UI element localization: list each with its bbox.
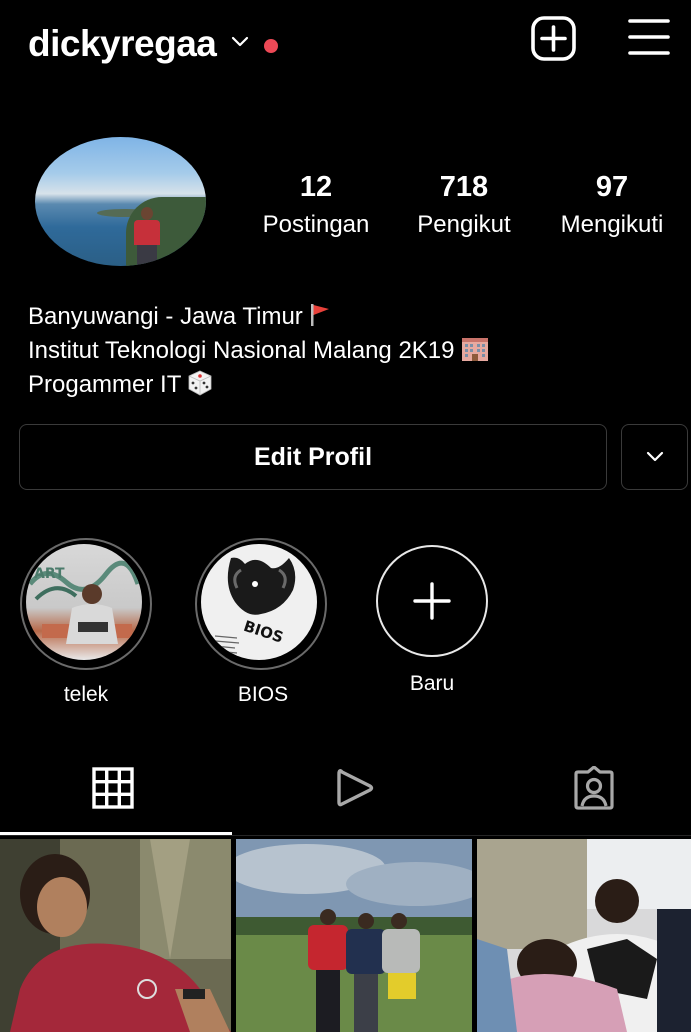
grid-icon[interactable] [91,766,135,810]
red-flag-icon [310,304,329,326]
stat-following[interactable]: 97 Mengikuti [537,170,687,240]
bios-logo-text: BIOS [241,617,285,647]
hamburger-menu-icon[interactable] [628,17,670,57]
profile-username[interactable]: dickyregaa [28,22,217,66]
chevron-down-icon[interactable] [228,30,252,54]
chevron-down-icon [646,451,663,462]
highlight-telek-label: telek [63,683,109,706]
notification-dot [264,39,278,53]
plus-square-icon[interactable] [531,16,576,61]
stat-followers-label: Pengikut [417,211,511,238]
highlight-telek-cover: ART [26,544,142,660]
stat-posts-value: 12 [299,171,333,203]
post-thumbnail[interactable] [0,839,231,1032]
stat-posts[interactable]: 12 Postingan [241,170,391,240]
edit-profile-button[interactable]: Edit Profil [19,424,607,490]
tab-divider [0,835,691,836]
stat-followers-value: 718 [439,171,489,203]
post-thumbnail[interactable] [477,839,691,1032]
new-highlight-button[interactable] [376,545,488,657]
highlight-new-label: Baru [409,672,455,695]
post-thumbnail[interactable] [236,839,472,1032]
highlight-bios-cover: BIOS [201,544,317,660]
reels-play-icon[interactable] [333,766,377,810]
bio-location-text: Banyuwangi - Jawa Timur [28,303,303,330]
bio-institution-text: Institut Teknologi Nasional Malang 2K19 [28,337,455,364]
office-building-icon [461,338,488,361]
stat-posts-label: Postingan [262,211,370,238]
highlight-bios-label: BIOS [237,683,289,706]
stat-followers[interactable]: 718 Pengikut [389,170,539,240]
dice-icon [188,370,212,396]
plus-icon [413,582,451,620]
graffiti-art: ART [34,566,65,582]
profile-avatar[interactable] [35,137,206,266]
stat-following-label: Mengikuti [560,211,664,238]
bio-line-location: Banyuwangi - Jawa Timur [28,302,331,332]
highlight-telek[interactable]: ART telek [20,538,152,706]
highlight-new[interactable]: Baru [376,545,488,695]
bio-role-text: Progammer IT [28,371,182,398]
highlight-bios[interactable]: BIOS BIOS [195,538,327,706]
suggested-dropdown-button[interactable] [621,424,688,490]
bio-line-institution: Institut Teknologi Nasional Malang 2K19 [28,336,489,366]
bio-line-role: Progammer IT [28,370,213,400]
stat-following-value: 97 [595,171,629,203]
tagged-person-icon[interactable] [572,766,616,810]
